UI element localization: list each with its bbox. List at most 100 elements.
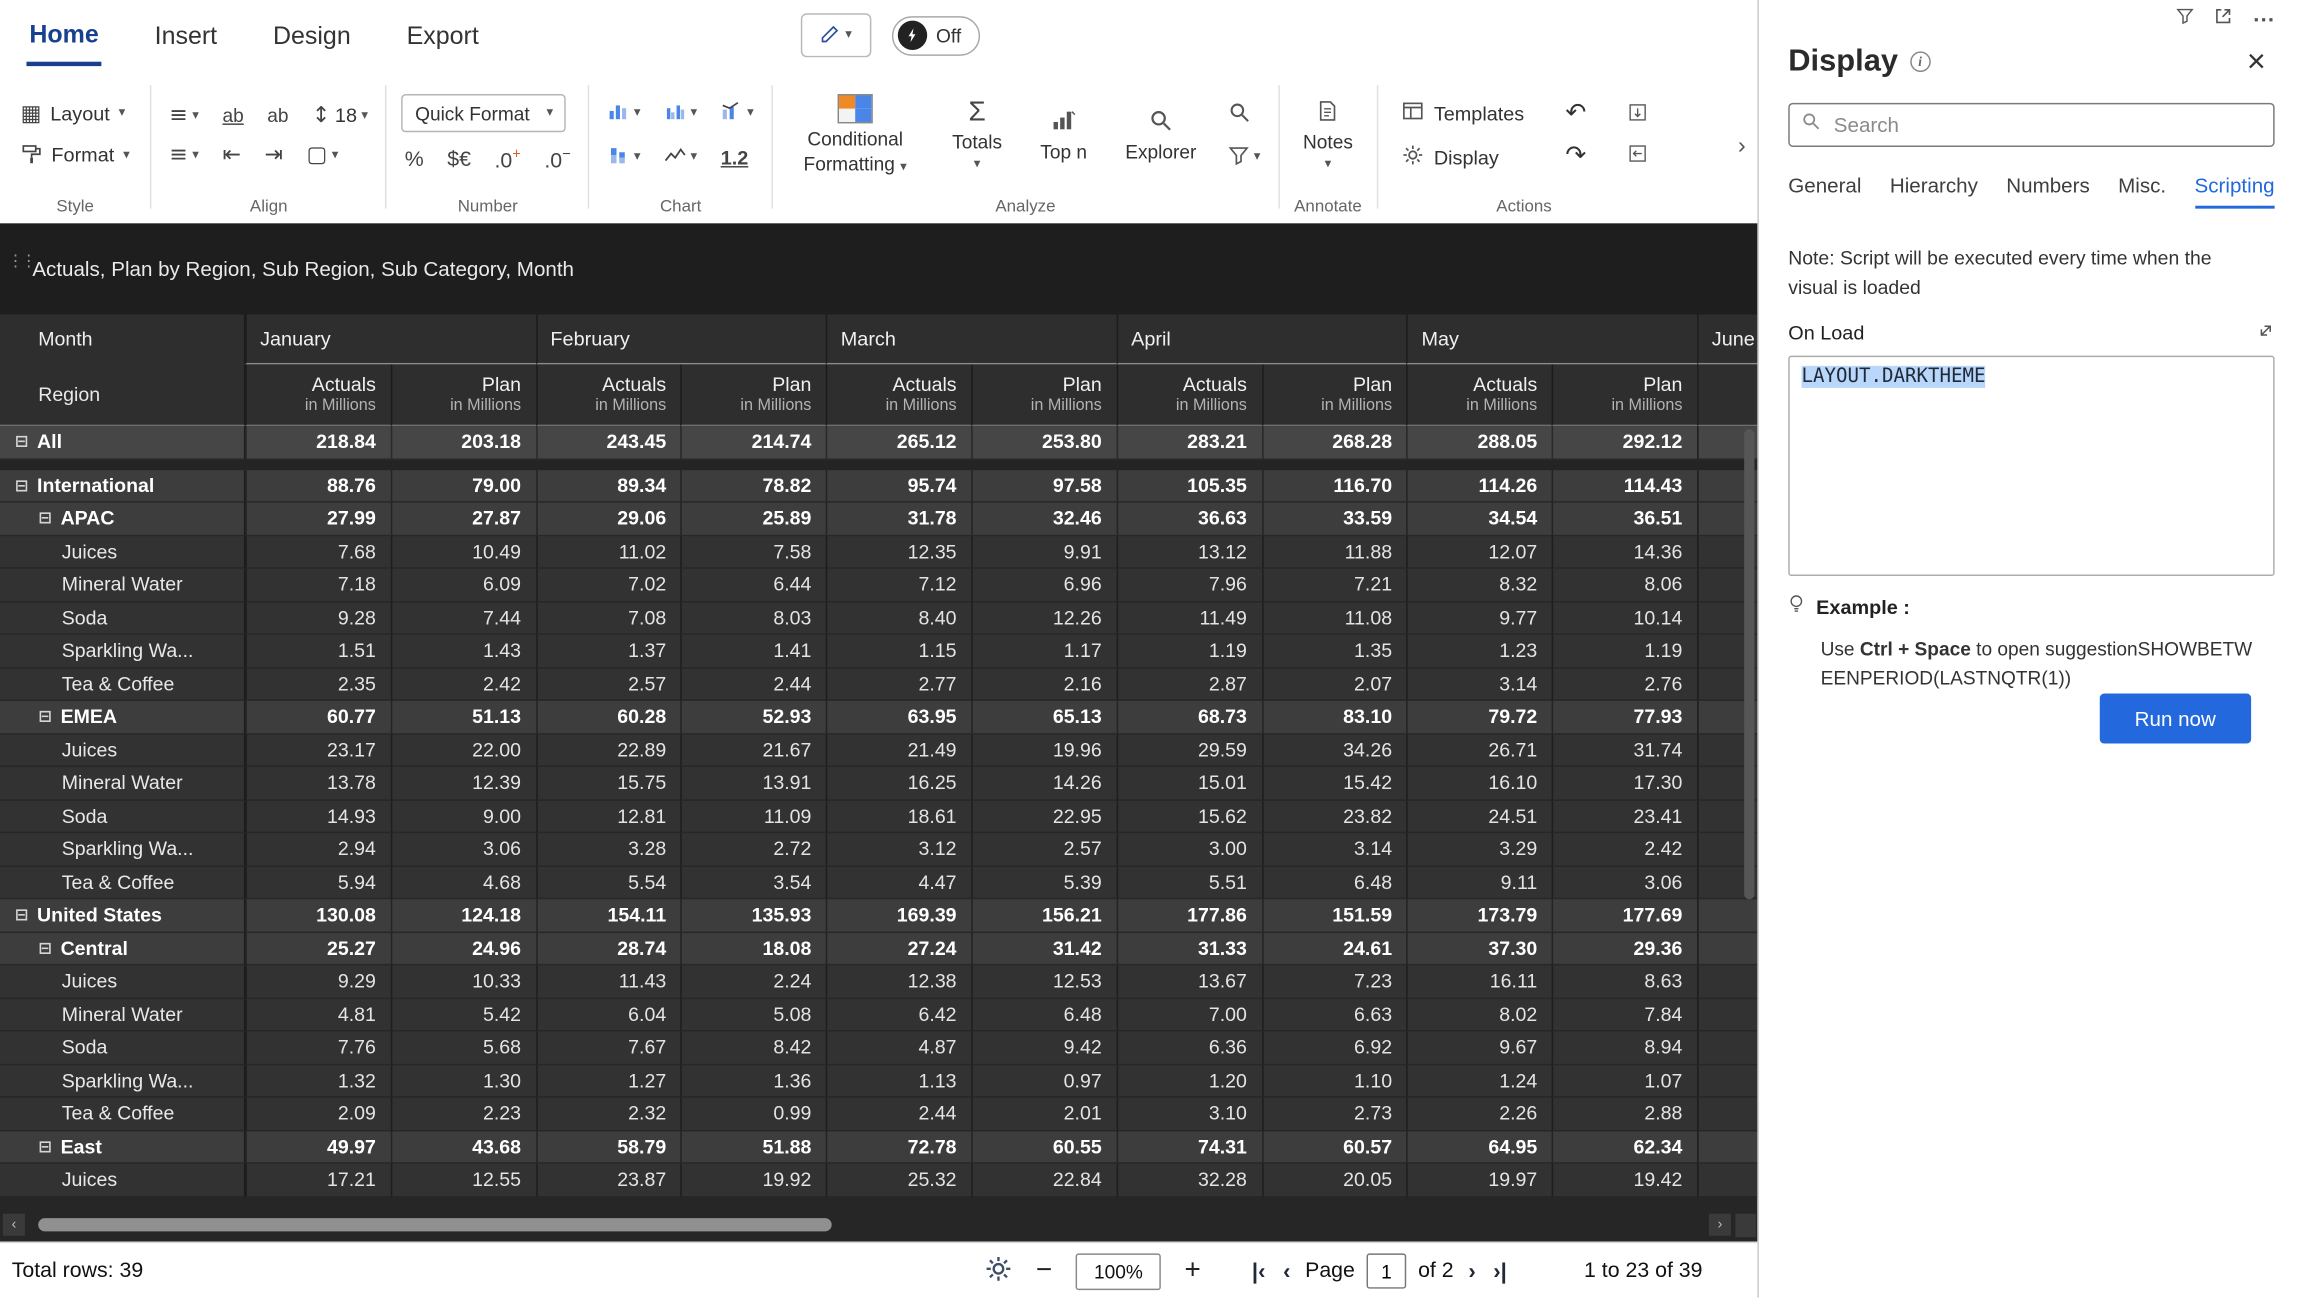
measure-header[interactable]: Actuals in Millions [826,364,972,427]
value-cell[interactable]: 25.27 [245,932,391,966]
redo-button[interactable]: ↷ [1557,143,1596,171]
value-cell[interactable]: 1.20 [1116,1064,1262,1098]
value-cell[interactable]: 9.00 [390,800,536,834]
value-cell[interactable]: 29.06 [535,502,681,536]
value-cell[interactable]: 1.24 [1406,1064,1552,1098]
value-cell[interactable]: 7.44 [390,601,536,635]
value-cell[interactable]: 15.01 [1116,767,1262,801]
value-cell[interactable]: 4.81 [245,998,391,1032]
value-cell[interactable]: 6.42 [826,998,972,1032]
stacked-chart-button[interactable]: ▾ [605,141,644,173]
value-cell[interactable]: 2.57 [535,667,681,701]
value-cell[interactable]: 27.87 [390,502,536,536]
row-label[interactable]: ⊟ East [0,1130,246,1164]
value-cell[interactable]: 218.84 [245,426,391,460]
value-cell[interactable]: 2.87 [1116,667,1262,701]
value-cell[interactable]: 114.43 [1551,469,1698,503]
value-cell[interactable]: 13.91 [680,767,827,801]
value-cell[interactable]: 4.68 [390,866,536,900]
measure-header[interactable]: Plan in Millions [390,364,536,427]
value-cell[interactable]: 51.88 [680,1130,827,1164]
value-cell[interactable]: 72.78 [826,1130,972,1164]
drag-handle-icon[interactable]: ⋮⋮ [7,253,36,269]
value-cell[interactable]: 7.21 [1261,568,1407,602]
value-cell[interactable]: 10.14 [1551,601,1698,635]
value-cell[interactable]: 1.30 [390,1064,536,1098]
value-cell[interactable]: 31.78 [826,502,972,536]
value-cell[interactable]: 253.80 [971,426,1117,460]
value-cell[interactable]: 7.02 [535,568,681,602]
value-cell[interactable]: 17.21 [245,1163,391,1197]
value-cell[interactable]: 5.94 [245,866,391,900]
value-cell[interactable]: 95.74 [826,469,972,503]
tab-misc[interactable]: Misc. [2118,173,2166,208]
value-cell[interactable]: 14.26 [971,767,1117,801]
value-cell[interactable]: 173.79 [1406,899,1552,933]
value-cell[interactable]: 5.39 [971,866,1117,900]
value-cell[interactable]: 60.77 [245,700,391,734]
value-cell[interactable]: 135.93 [680,899,827,933]
value-cell[interactable]: 36.63 [1116,502,1262,536]
value-cell[interactable]: 52.93 [680,700,827,734]
value-cell[interactable]: 2.07 [1261,667,1407,701]
measure-header[interactable]: Plan in Millions [971,364,1117,427]
value-cell[interactable]: 2.88 [1551,1097,1698,1131]
row-label[interactable]: ⊟ Central [0,932,246,966]
value-cell[interactable]: 105.35 [1116,469,1262,503]
value-cell[interactable]: 9.28 [245,601,391,635]
value-cell[interactable]: 22.84 [971,1163,1117,1197]
value-cell[interactable]: 4.87 [826,1031,972,1065]
value-cell[interactable]: 2.94 [245,833,391,867]
value-cell[interactable]: 60.57 [1261,1130,1407,1164]
currency-format-button[interactable]: $€ [444,145,474,174]
value-cell[interactable]: 83.10 [1261,700,1407,734]
row-label[interactable]: Mineral Water [0,998,246,1032]
value-cell[interactable]: 1.15 [826,634,972,668]
value-cell[interactable]: 34.54 [1406,502,1552,536]
value-cell[interactable]: 8.06 [1551,568,1698,602]
month-group-header[interactable]: June [1697,314,1758,365]
value-cell[interactable]: 9.42 [971,1031,1117,1065]
month-group-header[interactable]: February [535,314,827,365]
value-cell[interactable]: 89.34 [535,469,681,503]
value-cell[interactable]: 2.09 [245,1097,391,1131]
tab-numbers[interactable]: Numbers [2006,173,2089,208]
value-cell[interactable]: 19.96 [971,733,1117,768]
value-cell[interactable]: 14.36 [1551,535,1698,569]
value-cell[interactable]: 5.68 [390,1031,536,1065]
vertical-align-button[interactable]: ≡ ▾ [166,141,201,169]
value-cell[interactable]: 169.39 [826,899,972,933]
month-group-header[interactable]: May [1406,314,1698,365]
value-cell[interactable]: 2.35 [245,667,391,701]
table-settings-gear-icon[interactable] [984,1254,1012,1288]
value-cell[interactable]: 31.33 [1116,932,1262,966]
value-cell[interactable]: 1.27 [535,1064,681,1098]
first-page-button[interactable]: |‹ [1249,1259,1268,1284]
month-group-header[interactable]: April [1116,314,1407,365]
value-cell[interactable]: 114.26 [1406,469,1552,503]
fit-rows-button[interactable] [1619,101,1656,127]
more-options-icon[interactable]: ⋯ [2253,6,2275,32]
row-label[interactable]: Mineral Water [0,767,246,801]
value-cell[interactable]: 21.49 [826,733,972,768]
value-cell[interactable]: 62.34 [1551,1130,1698,1164]
increase-decimal-button[interactable]: .0+ [492,144,524,176]
value-cell[interactable]: 11.02 [535,535,681,569]
value-cell[interactable]: 1.43 [390,634,536,668]
zoom-level[interactable]: 100% [1075,1252,1161,1290]
info-icon[interactable]: i [1909,51,1931,73]
value-cell[interactable]: 292.12 [1551,426,1698,460]
row-label[interactable]: Soda [0,800,246,834]
value-cell[interactable]: 8.94 [1551,1031,1698,1065]
value-cell[interactable]: 21.67 [680,733,827,768]
value-cell[interactable]: 116.70 [1261,469,1407,503]
value-cell[interactable]: 6.92 [1261,1031,1407,1065]
value-cell[interactable]: 22.95 [971,800,1117,834]
value-cell[interactable]: 124.18 [390,899,536,933]
row-label[interactable]: Tea & Coffee [0,866,246,900]
tab-design[interactable]: Design [270,7,354,63]
value-cell[interactable]: 6.09 [390,568,536,602]
edit-mode-button[interactable]: ▾ [800,13,872,58]
decrease-decimal-button[interactable]: .0− [541,144,573,176]
row-label[interactable]: ⊟ EMEA [0,700,246,734]
